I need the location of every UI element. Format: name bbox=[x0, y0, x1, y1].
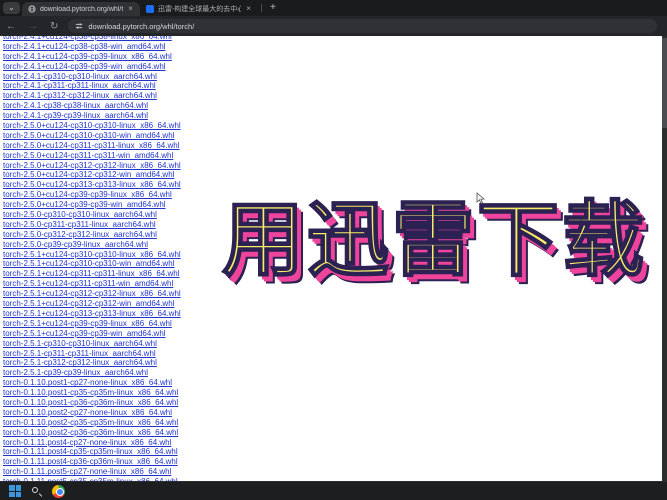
wheel-link[interactable]: torch-2.5.0+cu124-cp311-cp311-linux_x86_… bbox=[3, 141, 667, 151]
wheel-link[interactable]: torch-2.5.0+cu124-cp312-cp312-win_amd64.… bbox=[3, 170, 667, 180]
site-info-icon[interactable] bbox=[75, 22, 83, 30]
wheel-link[interactable]: torch-2.5.1+cu124-cp312-cp312-win_amd64.… bbox=[3, 299, 667, 309]
wheel-link[interactable]: torch-2.4.1-cp311-cp311-linux_aarch64.wh… bbox=[3, 81, 667, 91]
wheel-link[interactable]: torch-2.5.0+cu124-cp311-cp311-win_amd64.… bbox=[3, 151, 667, 161]
wheel-link[interactable]: torch-0.1.11.post4-cp27-none-linux_x86_6… bbox=[3, 438, 667, 448]
close-icon[interactable]: × bbox=[245, 5, 252, 13]
wheel-link[interactable]: torch-2.4.1-cp312-cp312-linux_aarch64.wh… bbox=[3, 91, 667, 101]
mouse-cursor bbox=[476, 192, 485, 205]
wheel-link[interactable]: torch-0.1.11.post4-cp36-cp36m-linux_x86_… bbox=[3, 457, 667, 467]
wheel-link[interactable]: torch-2.5.0+cu124-cp312-cp312-linux_x86_… bbox=[3, 161, 667, 171]
scrollbar-thumb[interactable] bbox=[662, 38, 667, 128]
wheel-link[interactable]: torch-2.4.1+cu124-cp39-cp39-win_amd64.wh… bbox=[3, 62, 667, 72]
tab-pytorch[interactable]: download.pytorch.org/whl/t × bbox=[22, 2, 140, 16]
tab-separator bbox=[261, 4, 262, 12]
wheel-link[interactable]: torch-0.1.11.post5-cp27-none-linux_x86_6… bbox=[3, 467, 667, 477]
scrollbar[interactable] bbox=[662, 36, 667, 481]
wheel-link[interactable]: torch-0.1.10.post2-cp36-cp36m-linux_x86_… bbox=[3, 428, 667, 438]
tab-strip: ⌄ download.pytorch.org/whl/t × 迅雷-构建全球最大… bbox=[0, 0, 667, 16]
wheel-link[interactable]: torch-2.5.1-cp39-cp39-linux_aarch64.whl bbox=[3, 368, 667, 378]
new-tab-button[interactable]: + bbox=[265, 3, 281, 13]
wheel-link[interactable]: torch-2.5.0+cu124-cp313-cp313-linux_x86_… bbox=[3, 180, 667, 190]
forward-icon[interactable]: → bbox=[22, 21, 44, 32]
wheel-link[interactable]: torch-2.5.0+cu124-cp310-cp310-win_amd64.… bbox=[3, 131, 667, 141]
wheel-link[interactable]: torch-2.5.1-cp311-cp311-linux_aarch64.wh… bbox=[3, 349, 667, 359]
wheel-link[interactable]: torch-2.5.1+cu124-cp312-cp312-linux_x86_… bbox=[3, 289, 667, 299]
address-bar[interactable]: download.pytorch.org/whl/torch/ bbox=[68, 19, 657, 33]
overlay-banner-text: 用迅雷下载 bbox=[222, 196, 642, 286]
wheel-link[interactable]: torch-0.1.10.post1-cp27-none-linux_x86_6… bbox=[3, 378, 667, 388]
wheel-link[interactable]: torch-2.5.1+cu124-cp39-cp39-linux_x86_64… bbox=[3, 319, 667, 329]
wheel-link[interactable]: torch-2.5.0+cu124-cp310-cp310-linux_x86_… bbox=[3, 121, 667, 131]
back-icon[interactable]: ← bbox=[0, 21, 22, 32]
wheel-link[interactable]: torch-0.1.10.post1-cp35-cp35m-linux_x86_… bbox=[3, 388, 667, 398]
wheel-link[interactable]: torch-2.5.1+cu124-cp313-cp313-linux_x86_… bbox=[3, 309, 667, 319]
browser-toolbar: ← → ↻ download.pytorch.org/whl/torch/ bbox=[0, 16, 667, 36]
wheel-link[interactable]: torch-2.4.1-cp38-cp38-linux_aarch64.whl bbox=[3, 101, 667, 111]
wheel-link[interactable]: torch-0.1.11.post4-cp35-cp35m-linux_x86_… bbox=[3, 447, 667, 457]
chrome-icon[interactable] bbox=[52, 485, 65, 498]
tab-title: download.pytorch.org/whl/t bbox=[40, 6, 123, 13]
refresh-icon[interactable]: ↻ bbox=[44, 21, 64, 32]
wheel-link[interactable]: torch-2.4.1-cp39-cp39-linux_aarch64.whl bbox=[3, 111, 667, 121]
wheel-link[interactable]: torch-2.5.1-cp310-cp310-linux_aarch64.wh… bbox=[3, 339, 667, 349]
wheel-link[interactable]: torch-2.4.1-cp310-cp310-linux_aarch64.wh… bbox=[3, 72, 667, 82]
tab-title: 迅雷-构建全球最大的去中心化( bbox=[158, 4, 241, 14]
xunlei-icon bbox=[146, 5, 154, 13]
tab-xunlei[interactable]: 迅雷-构建全球最大的去中心化( × bbox=[140, 2, 258, 16]
wheel-link[interactable]: torch-0.1.10.post2-cp35-cp35m-linux_x86_… bbox=[3, 418, 667, 428]
url-text[interactable]: download.pytorch.org/whl/torch/ bbox=[88, 22, 194, 31]
globe-icon bbox=[28, 5, 36, 13]
wheel-link[interactable]: torch-2.4.1+cu124-cp39-cp39-linux_x86_64… bbox=[3, 52, 667, 62]
wheel-link[interactable]: torch-2.5.1+cu124-cp39-cp39-win_amd64.wh… bbox=[3, 329, 667, 339]
taskbar bbox=[0, 481, 667, 500]
close-icon[interactable]: × bbox=[127, 5, 134, 13]
windows-start-icon[interactable] bbox=[9, 485, 21, 497]
search-icon[interactable] bbox=[31, 486, 42, 497]
wheel-link[interactable]: torch-2.5.1-cp312-cp312-linux_aarch64.wh… bbox=[3, 358, 667, 368]
wheel-link[interactable]: torch-0.1.10.post1-cp36-cp36m-linux_x86_… bbox=[3, 398, 667, 408]
tab-search-button[interactable]: ⌄ bbox=[3, 2, 20, 14]
wheel-link[interactable]: torch-2.4.1+cu124-cp38-cp38-win_amd64.wh… bbox=[3, 42, 667, 52]
wheel-link[interactable]: torch-0.1.10.post2-cp27-none-linux_x86_6… bbox=[3, 408, 667, 418]
